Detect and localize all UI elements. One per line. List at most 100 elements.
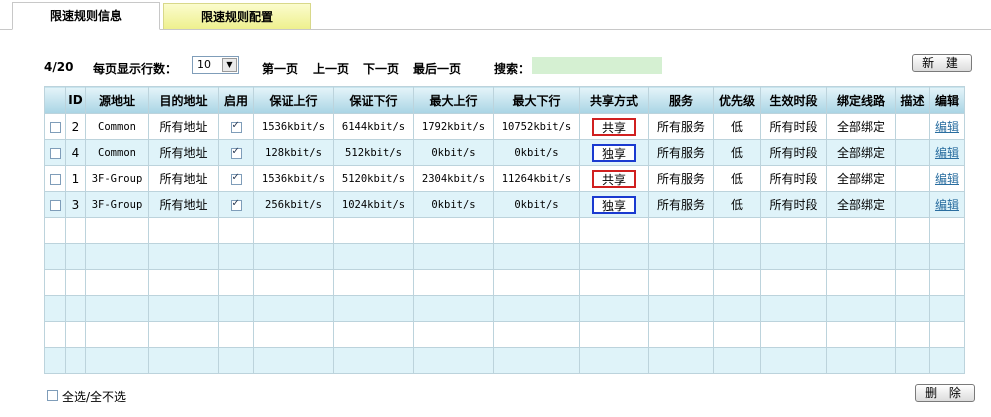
rows-per-page-value: 10 <box>197 58 211 71</box>
last-page-link[interactable]: 最后一页 <box>413 60 461 77</box>
cell-max-up: 1792kbit/s <box>413 113 494 140</box>
cell-desc <box>895 113 930 140</box>
rows-per-page-select[interactable]: 10 ▼ <box>192 56 239 74</box>
enabled-checkbox[interactable] <box>230 146 242 159</box>
cell-line: 全部绑定 <box>826 139 896 166</box>
col-header-service: 服务 <box>648 86 714 114</box>
tab-rule-config[interactable]: 限速规则配置 <box>163 3 311 29</box>
col-header-dst: 目的地址 <box>148 86 219 114</box>
cell-guar-up: 128kbit/s <box>253 139 334 166</box>
col-header-src: 源地址 <box>85 86 149 114</box>
cell-priority: 低 <box>713 165 761 192</box>
edit-link[interactable]: 编辑 <box>935 146 959 160</box>
cell-max-down: 0kbit/s <box>493 191 580 218</box>
cell-src: Common <box>85 113 149 140</box>
search-label: 搜索： <box>494 62 531 76</box>
row-select-checkbox[interactable] <box>49 173 61 185</box>
cell-dst: 所有地址 <box>148 139 219 166</box>
row-select-checkbox[interactable] <box>49 121 61 133</box>
rows-per-page-label: 每页显示行数： <box>93 62 178 76</box>
row-select-checkbox[interactable] <box>49 199 61 211</box>
empty-row <box>44 321 965 348</box>
cell-src: Common <box>85 139 149 166</box>
col-header-id: ID <box>65 86 86 114</box>
tab-rule-info[interactable]: 限速规则信息 <box>12 2 160 30</box>
cell-service: 所有服务 <box>648 165 714 192</box>
cell-guar-up: 1536kbit/s <box>253 165 334 192</box>
toolbar: 4/20 每页显示行数： 10 ▼ 第一页 上一页 下一页 最后一页 搜索： 新… <box>0 52 991 80</box>
edit-link[interactable]: 编辑 <box>935 172 959 186</box>
cell-max-up: 0kbit/s <box>413 191 494 218</box>
edit-link[interactable]: 编辑 <box>935 198 959 212</box>
search-input[interactable] <box>532 57 662 74</box>
cell-line: 全部绑定 <box>826 191 896 218</box>
cell-dst: 所有地址 <box>148 113 219 140</box>
cell-guar-down: 5120kbit/s <box>333 165 414 192</box>
prev-page-link[interactable]: 上一页 <box>313 60 349 77</box>
cell-guar-down: 512kbit/s <box>333 139 414 166</box>
cell-max-up: 2304kbit/s <box>413 165 494 192</box>
col-header-period: 生效时段 <box>760 86 827 114</box>
table-row: 3 3F-Group 所有地址 256kbit/s 1024kbit/s 0kb… <box>44 191 965 218</box>
cell-line: 全部绑定 <box>826 113 896 140</box>
col-header-share: 共享方式 <box>579 86 649 114</box>
new-button[interactable]: 新 建 <box>912 54 972 72</box>
cell-service: 所有服务 <box>648 191 714 218</box>
col-header-guar-up: 保证上行 <box>253 86 334 114</box>
cell-period: 所有时段 <box>760 191 827 218</box>
cell-priority: 低 <box>713 191 761 218</box>
col-header-line: 绑定线路 <box>826 86 896 114</box>
cell-period: 所有时段 <box>760 165 827 192</box>
cell-guar-down: 6144kbit/s <box>333 113 414 140</box>
enabled-checkbox[interactable] <box>230 172 242 185</box>
cell-line: 全部绑定 <box>826 165 896 192</box>
cell-max-down: 0kbit/s <box>493 139 580 166</box>
delete-button[interactable]: 删 除 <box>915 384 975 402</box>
cell-src: 3F-Group <box>85 165 149 192</box>
empty-row <box>44 269 965 296</box>
cell-guar-down: 1024kbit/s <box>333 191 414 218</box>
cell-src: 3F-Group <box>85 191 149 218</box>
first-page-link[interactable]: 第一页 <box>262 60 298 77</box>
empty-row <box>44 347 965 374</box>
rules-table: ID 源地址 目的地址 启用 保证上行 保证下行 最大上行 最大下行 共享方式 … <box>44 86 965 374</box>
share-mode-badge: 独享 <box>592 195 636 214</box>
cell-dst: 所有地址 <box>148 165 219 192</box>
empty-row <box>44 243 965 270</box>
row-select-checkbox[interactable] <box>49 147 61 159</box>
select-all-checkbox[interactable] <box>47 390 58 401</box>
cell-guar-up: 1536kbit/s <box>253 113 334 140</box>
edit-link[interactable]: 编辑 <box>935 120 959 134</box>
share-mode-badge: 独享 <box>592 143 636 162</box>
cell-desc <box>895 139 930 166</box>
next-page-link[interactable]: 下一页 <box>363 60 399 77</box>
col-header-enabled: 启用 <box>218 86 254 114</box>
cell-guar-up: 256kbit/s <box>253 191 334 218</box>
cell-max-down: 11264kbit/s <box>493 165 580 192</box>
page-indicator: 4/20 <box>44 60 74 74</box>
cell-id: 3 <box>65 191 86 218</box>
col-header-edit: 编辑 <box>929 86 965 114</box>
share-mode-badge: 共享 <box>592 169 636 188</box>
cell-priority: 低 <box>713 113 761 140</box>
cell-priority: 低 <box>713 139 761 166</box>
enabled-checkbox[interactable] <box>230 198 242 211</box>
cell-service: 所有服务 <box>648 139 714 166</box>
empty-row <box>44 217 965 244</box>
cell-max-up: 0kbit/s <box>413 139 494 166</box>
tab-bar: 限速规则信息 限速规则配置 <box>0 0 991 30</box>
col-header-priority: 优先级 <box>713 86 761 114</box>
col-header-guar-down: 保证下行 <box>333 86 414 114</box>
cell-period: 所有时段 <box>760 139 827 166</box>
enabled-checkbox[interactable] <box>230 120 242 133</box>
col-header-select <box>44 86 66 114</box>
cell-desc <box>895 191 930 218</box>
cell-period: 所有时段 <box>760 113 827 140</box>
table-row: 1 3F-Group 所有地址 1536kbit/s 5120kbit/s 23… <box>44 165 965 192</box>
col-header-max-down: 最大下行 <box>493 86 580 114</box>
chevron-down-icon[interactable]: ▼ <box>222 58 237 72</box>
cell-dst: 所有地址 <box>148 191 219 218</box>
empty-row <box>44 295 965 322</box>
cell-service: 所有服务 <box>648 113 714 140</box>
select-all-label[interactable]: 全选/全不选 <box>62 388 126 405</box>
